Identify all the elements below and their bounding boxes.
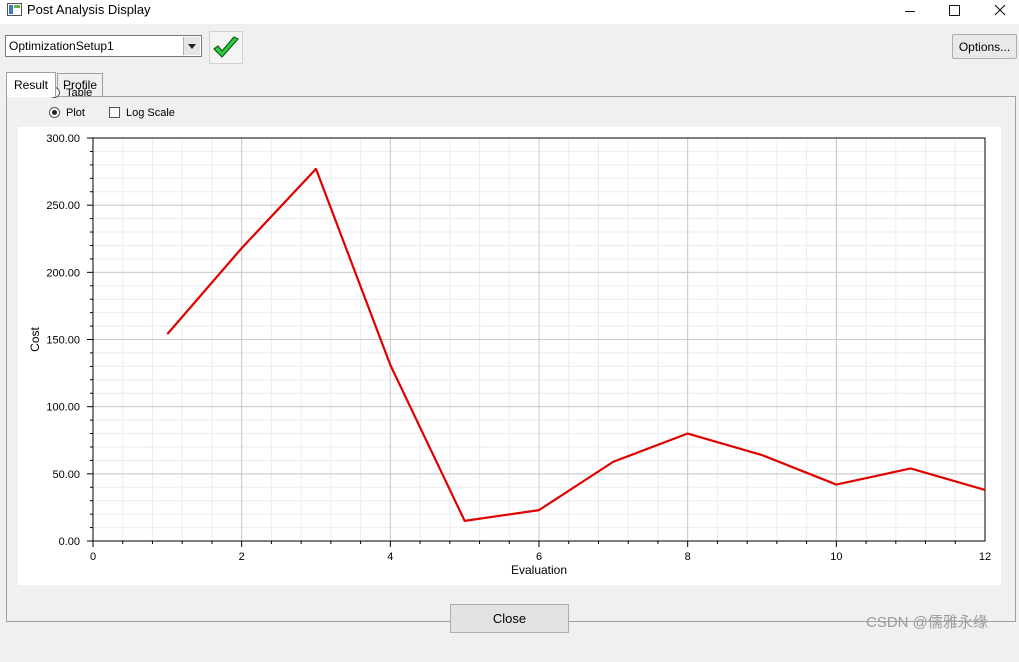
tab-result[interactable]: Result	[6, 72, 56, 97]
close-window-button[interactable]	[977, 0, 1019, 20]
log-scale-checkbox[interactable]	[109, 107, 120, 118]
plot-area: 0 2 4 6 8 10 12 0.00 50.00 100.00 150.00 200.00 250.…	[18, 127, 1001, 585]
close-button[interactable]: Close	[450, 604, 569, 633]
maximize-button[interactable]	[931, 0, 977, 20]
maximize-icon	[948, 4, 960, 16]
x-tick-label: 10	[830, 551, 842, 563]
minimize-button[interactable]	[887, 0, 933, 20]
chevron-down-icon	[188, 43, 196, 49]
x-axis-label: Evaluation	[511, 563, 567, 577]
setup-dropdown[interactable]: OptimizationSetup1	[5, 35, 202, 57]
apply-check-button[interactable]	[209, 31, 243, 64]
y-tick-label: 300.00	[46, 133, 80, 145]
y-tick-label: 0.00	[59, 536, 80, 548]
x-tick-label: 8	[685, 551, 691, 563]
options-button[interactable]: Options...	[952, 34, 1017, 59]
green-check-icon	[213, 35, 239, 58]
y-tick-label: 100.00	[46, 402, 80, 414]
series-line	[166, 167, 986, 522]
plot-radio-label[interactable]: Plot	[66, 107, 85, 119]
watermark-text: CSDN @儒雅永缘	[866, 614, 988, 631]
title-bar: Post Analysis Display	[0, 0, 1019, 24]
x-tick-label: 12	[979, 551, 991, 563]
plot-radio[interactable]	[49, 107, 60, 118]
dropdown-arrow[interactable]	[183, 37, 200, 55]
y-tick-label: 250.00	[46, 200, 80, 212]
setup-dropdown-value: OptimizationSetup1	[9, 39, 114, 53]
app-window-icon	[7, 3, 22, 16]
table-radio-label[interactable]: Table	[66, 87, 92, 99]
x-tick-label: 2	[239, 551, 245, 563]
x-tick-label: 4	[387, 551, 393, 563]
x-tick-label: 0	[90, 551, 96, 563]
cost-chart: 0 2 4 6 8 10 12 0.00 50.00 100.00 150.00 200.00 250.…	[28, 133, 991, 577]
minimize-icon	[905, 10, 915, 12]
y-tick-label: 200.00	[46, 267, 80, 279]
y-tick-label: 150.00	[46, 335, 80, 347]
x-tick-label: 6	[536, 551, 542, 563]
y-tick-label: 50.00	[52, 469, 80, 481]
log-scale-label[interactable]: Log Scale	[126, 107, 175, 119]
y-axis-label: Cost	[28, 327, 42, 352]
window-title: Post Analysis Display	[27, 2, 151, 17]
close-icon	[994, 4, 1006, 16]
